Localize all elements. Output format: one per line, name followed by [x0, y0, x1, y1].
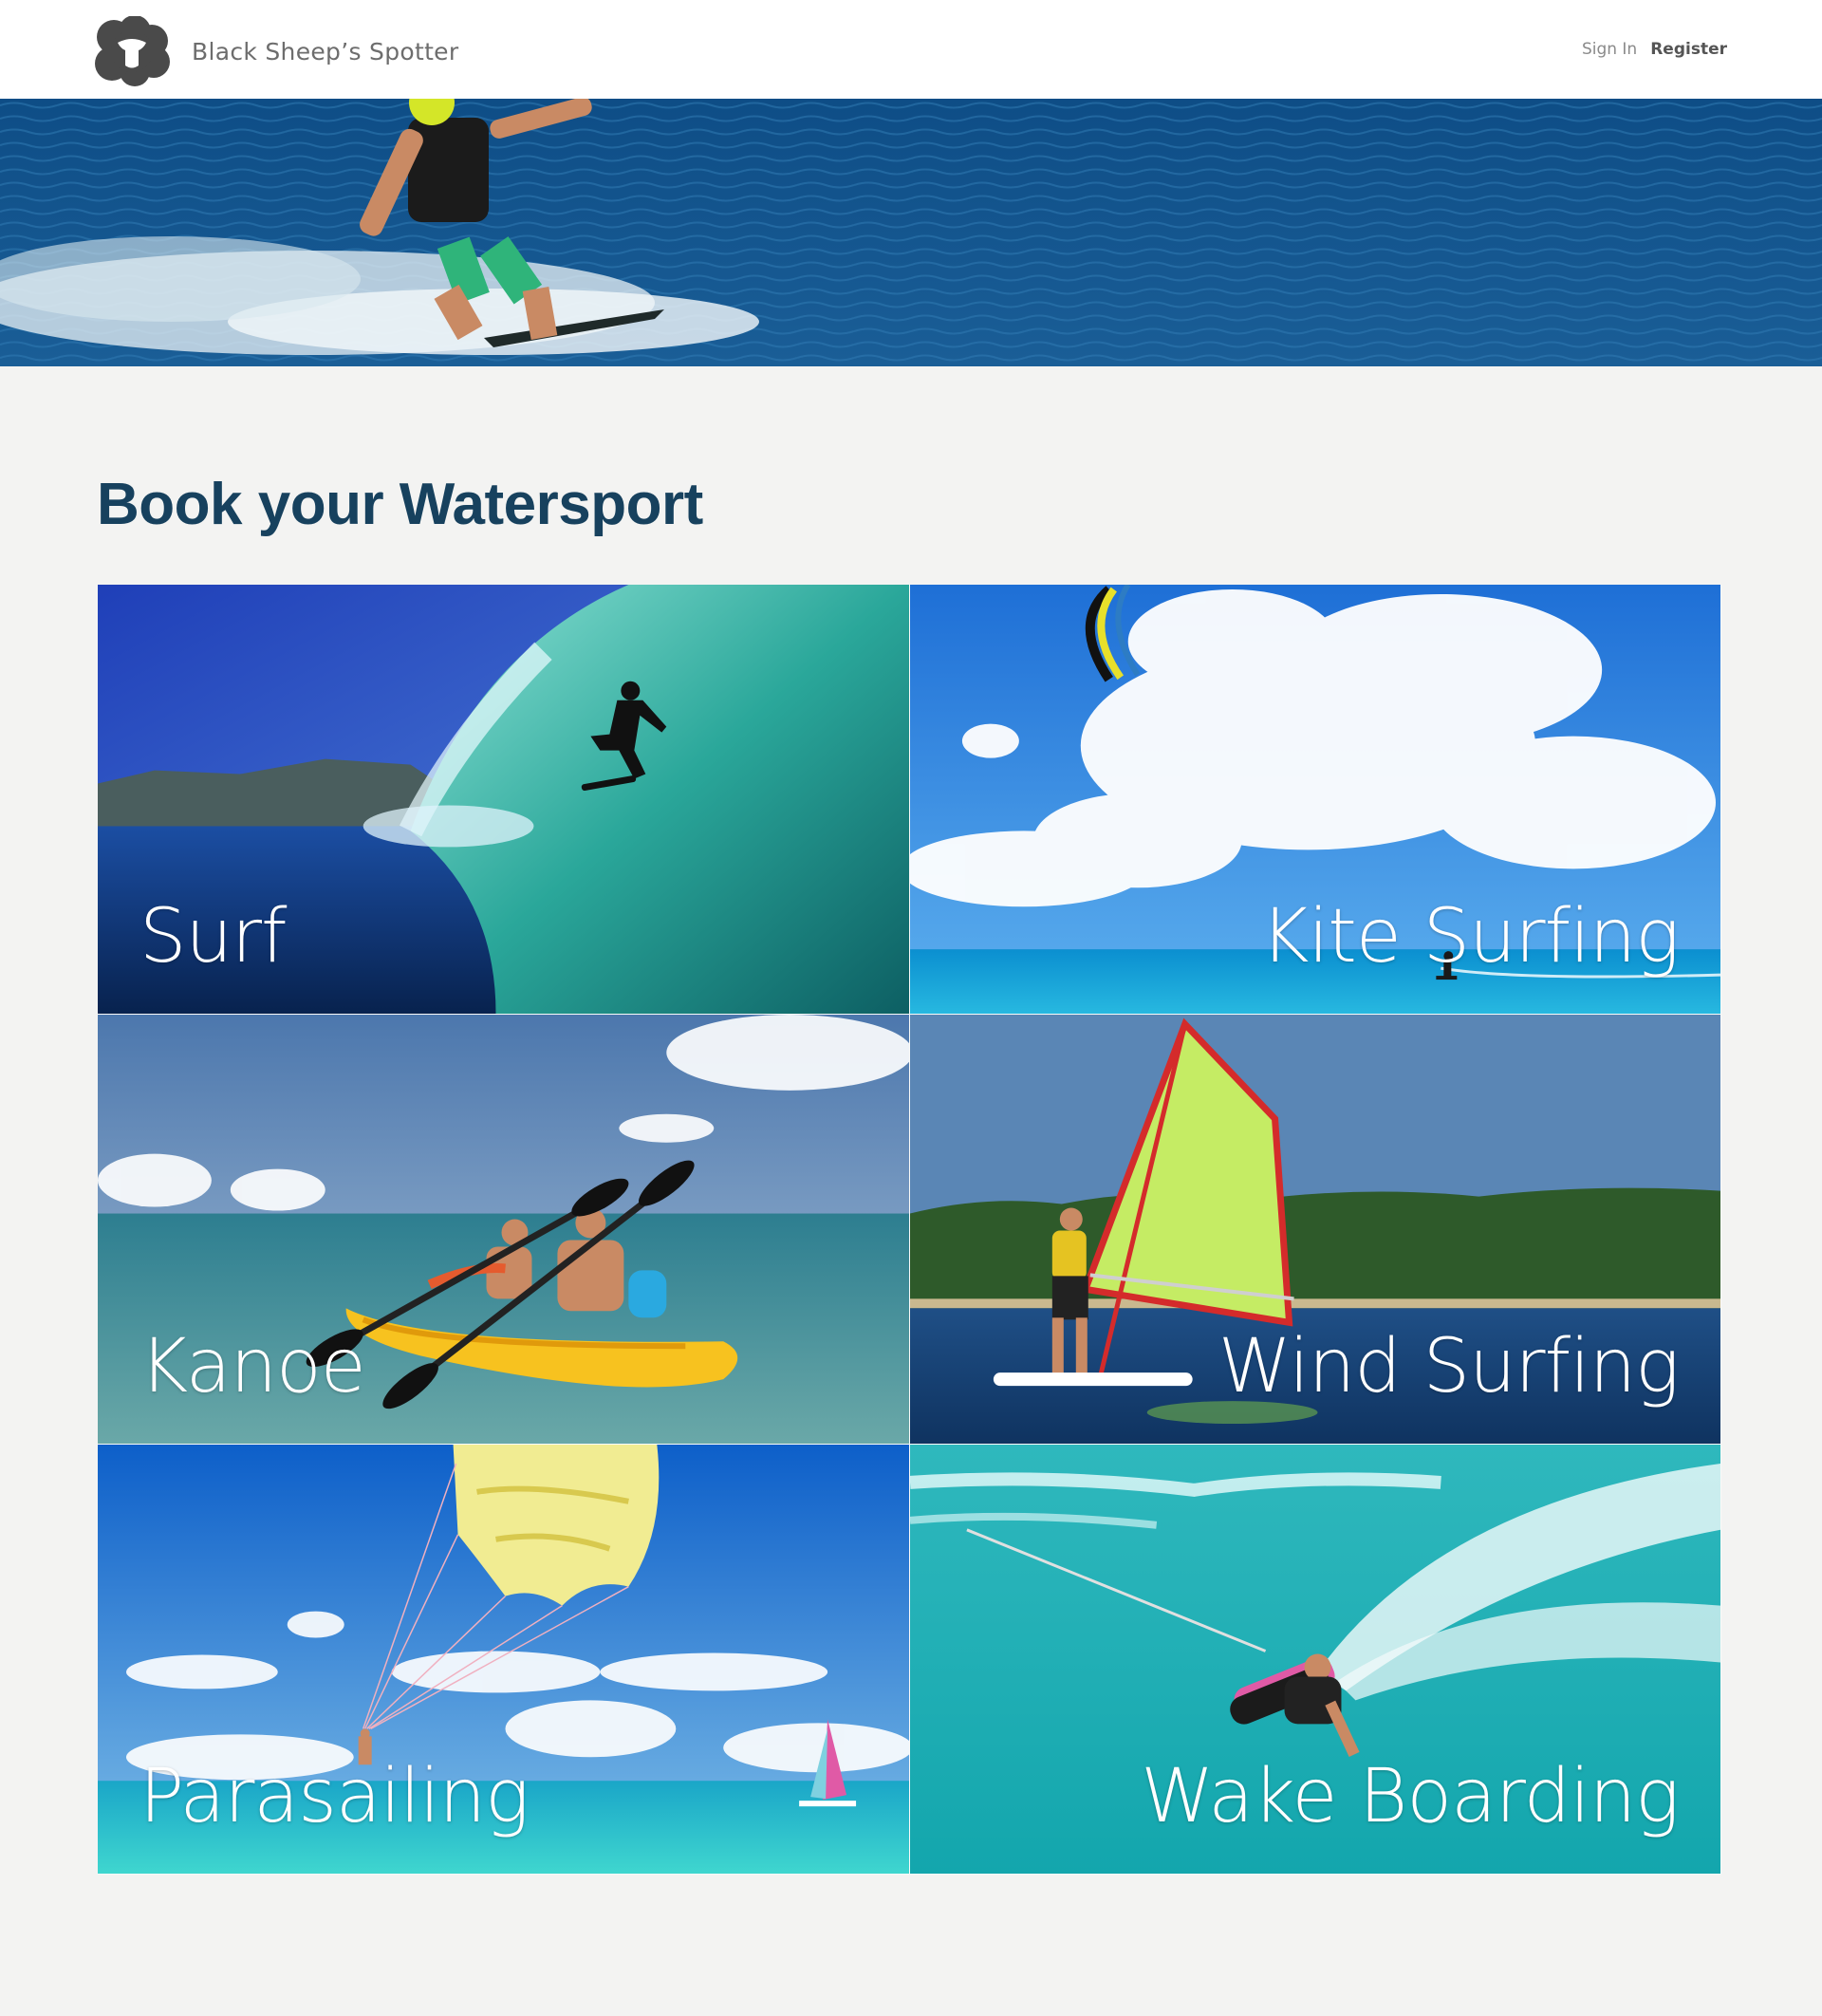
sport-label: Surf	[139, 894, 287, 980]
sport-label: Wind Surfing	[1218, 1324, 1680, 1409]
sport-tile-kanoe[interactable]: Kanoe	[98, 1015, 910, 1445]
register-link[interactable]: Register	[1650, 40, 1727, 59]
sign-in-link[interactable]: Sign In	[1582, 40, 1637, 59]
page-title: Book your Watersport	[97, 472, 703, 537]
brand-name: Black Sheep’s Spotter	[192, 37, 459, 65]
sport-tile-wake-boarding[interactable]: Wake Boarding	[910, 1445, 1721, 1875]
sport-label: Kite Surfing	[1260, 894, 1680, 980]
sport-tile-parasailing[interactable]: Parasailing	[98, 1445, 910, 1875]
sport-label: Parasailing	[139, 1754, 530, 1839]
sheep-logo-icon	[95, 16, 170, 86]
hero-banner-image	[0, 99, 1822, 366]
sport-tile-wind-surfing[interactable]: Wind Surfing	[910, 1015, 1721, 1445]
auth-nav: Sign In Register	[1582, 40, 1727, 59]
brand-home-link[interactable]: Black Sheep’s Spotter	[93, 16, 458, 86]
sport-label: Kanoe	[139, 1324, 366, 1409]
sport-tile-surf[interactable]: Surf	[98, 585, 910, 1015]
watersport-grid: Surf Kite Surfing Kanoe Wind Surfing Par…	[98, 585, 1721, 1875]
sport-tile-kite-surfing[interactable]: Kite Surfing	[910, 585, 1721, 1015]
site-header: Black Sheep’s Spotter Sign In Register	[0, 0, 1822, 99]
sport-label: Wake Boarding	[1141, 1754, 1680, 1839]
